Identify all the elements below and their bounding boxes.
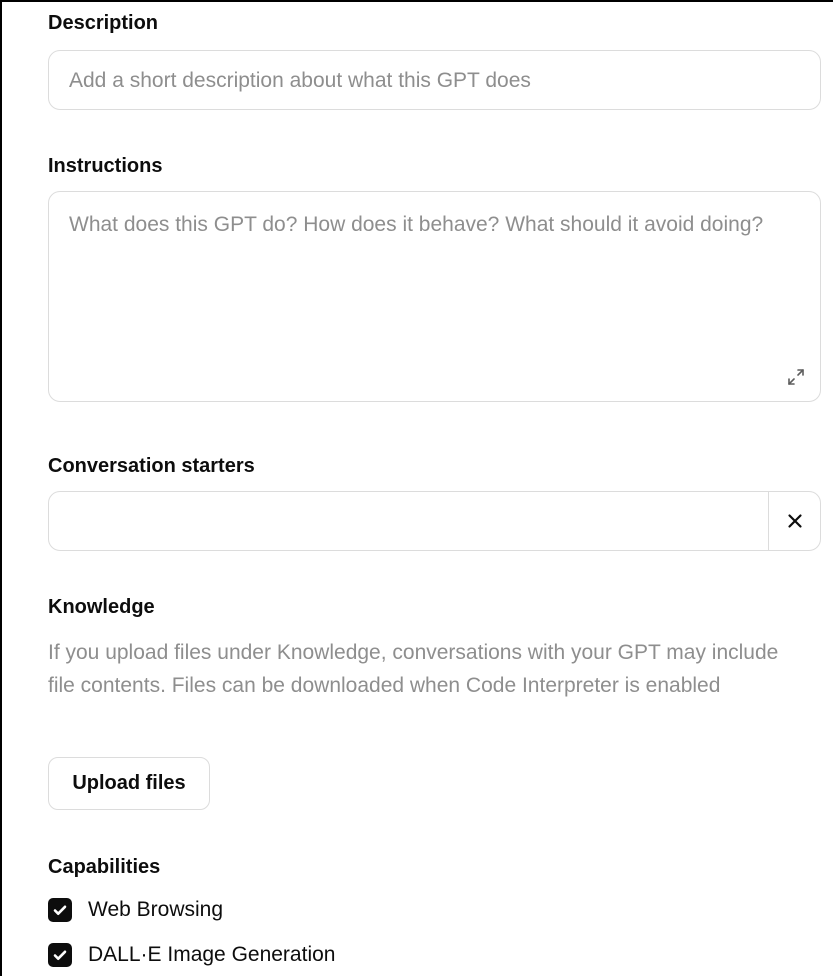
conversation-starters-label: Conversation starters	[48, 455, 255, 477]
knowledge-label: Knowledge	[48, 596, 155, 618]
conversation-starter-row	[48, 491, 821, 551]
capability-dalle-image-generation[interactable]: DALL·E Image Generation	[48, 940, 335, 970]
knowledge-help-text: If you upload files under Knowledge, con…	[48, 641, 779, 697]
checkbox-checked[interactable]	[48, 943, 72, 967]
capabilities-label: Capabilities	[48, 856, 161, 878]
close-icon	[788, 514, 802, 528]
description-input[interactable]	[69, 67, 799, 95]
instructions-label: Instructions	[48, 155, 163, 177]
instructions-field[interactable]	[48, 191, 821, 402]
capability-label: Web Browsing	[88, 898, 224, 921]
window-frame-top	[0, 0, 833, 2]
checkbox-checked[interactable]	[48, 898, 72, 922]
conversation-starter-input[interactable]	[69, 508, 759, 536]
upload-files-button[interactable]: Upload files	[48, 757, 210, 810]
checkmark-icon	[53, 905, 67, 915]
description-field[interactable]	[48, 50, 821, 110]
instructions-textarea[interactable]	[69, 208, 789, 358]
window-frame-left	[0, 0, 2, 976]
capability-label: DALL·E Image Generation	[88, 943, 336, 966]
remove-starter-button[interactable]	[769, 492, 820, 550]
description-label: Description	[48, 12, 159, 34]
checkmark-icon	[53, 950, 67, 960]
expand-icon[interactable]	[784, 365, 808, 389]
capability-web-browsing[interactable]: Web Browsing	[48, 895, 223, 925]
